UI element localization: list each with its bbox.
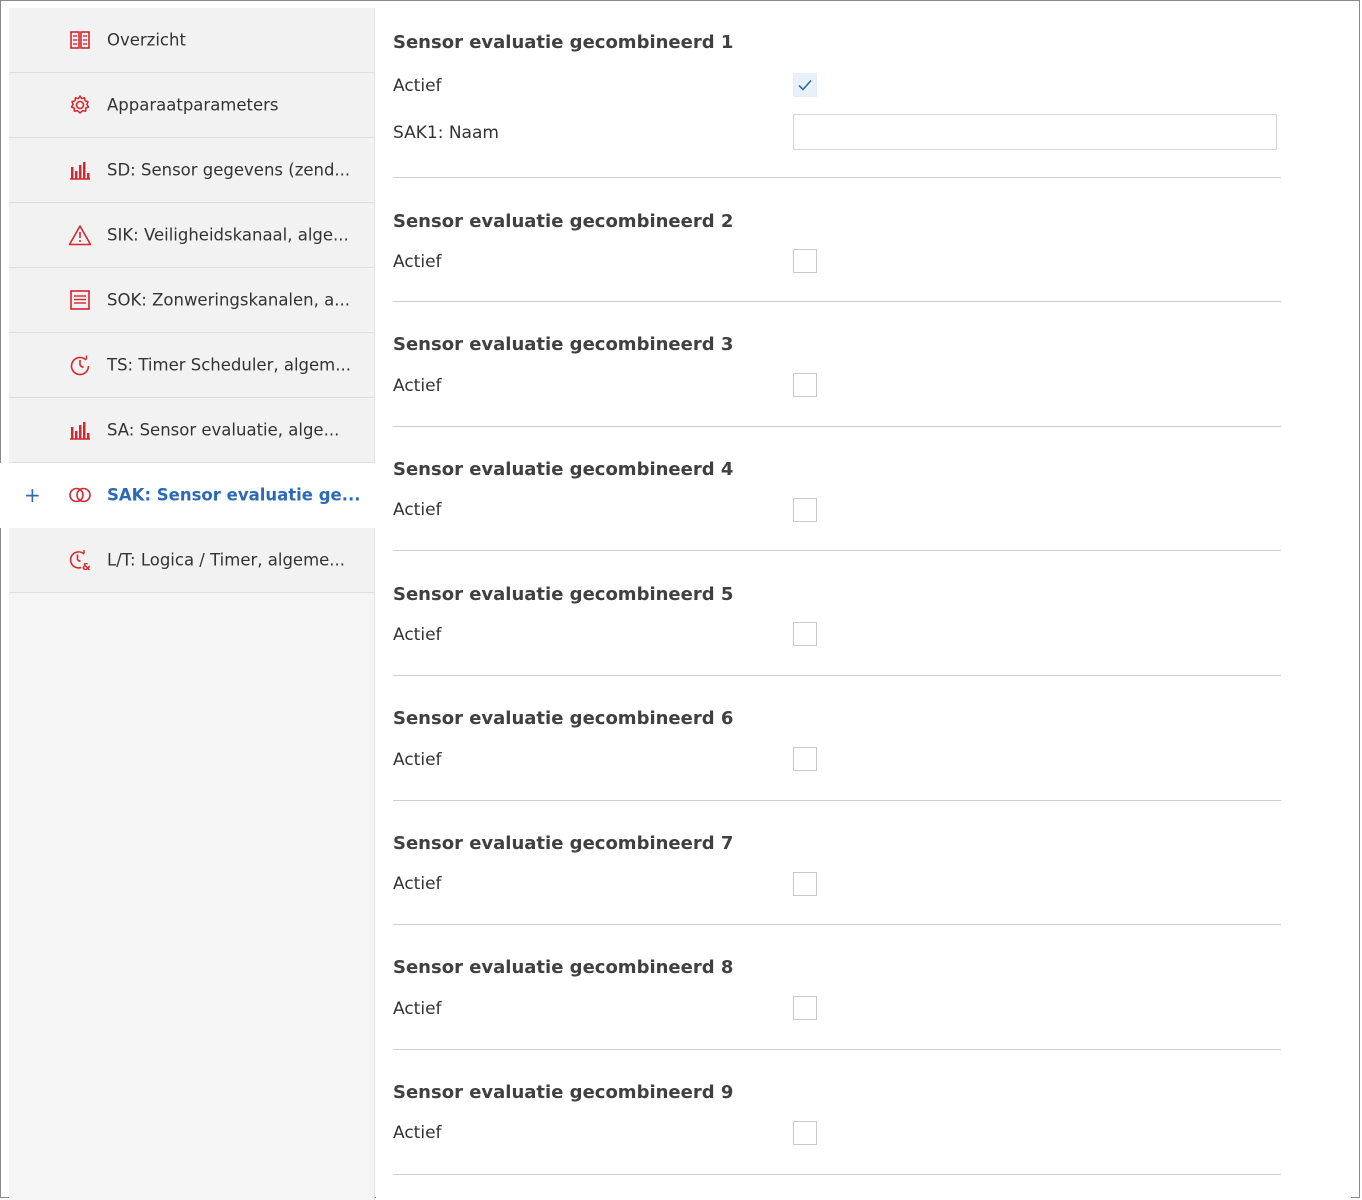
- name-label: SAK1: Naam: [393, 123, 499, 143]
- logic-timer-icon: &: [68, 548, 92, 572]
- section-1: Sensor evaluatie gecombineerd 1 Actief S…: [393, 8, 1281, 178]
- sidebar-item-sak[interactable]: + SAK: Sensor evaluatie ge...: [0, 463, 375, 528]
- actief-label: Actief: [393, 874, 442, 894]
- actief-checkbox[interactable]: [793, 249, 817, 273]
- actief-label: Actief: [393, 1123, 442, 1143]
- section-4: Sensor evaluatie gecombineerd 4 Actief: [393, 427, 1281, 551]
- sidebar-item-label: SA: Sensor evaluatie, alge...: [107, 420, 340, 440]
- section-title: Sensor evaluatie gecombineerd 4: [393, 459, 734, 480]
- sidebar-item-sik[interactable]: SIK: Veiligheidskanaal, alge...: [9, 203, 374, 268]
- actief-label: Actief: [393, 750, 442, 770]
- section-title: Sensor evaluatie gecombineerd 3: [393, 334, 734, 355]
- checkmark-icon: [798, 79, 812, 91]
- sidebar-item-ts[interactable]: TS: Timer Scheduler, algem...: [9, 333, 374, 398]
- sidebar-item-overzicht[interactable]: Overzicht: [9, 8, 374, 73]
- sidebar-item-label: SD: Sensor gegevens (zend...: [107, 160, 351, 180]
- main-panel: Sensor evaluatie gecombineerd 1 Actief S…: [376, 8, 1351, 1200]
- blind-icon: [68, 288, 92, 312]
- actief-checkbox[interactable]: [793, 872, 817, 896]
- sidebar-item-apparaatparameters[interactable]: Apparaatparameters: [9, 73, 374, 138]
- sidebar-item-sa[interactable]: SA: Sensor evaluatie, alge...: [9, 398, 374, 463]
- actief-checkbox[interactable]: [793, 1121, 817, 1145]
- bar-chart-icon: [68, 158, 92, 182]
- section-6: Sensor evaluatie gecombineerd 6 Actief: [393, 676, 1281, 801]
- sidebar: Overzicht Apparaatparameters SD: Sensor …: [0, 8, 375, 1200]
- actief-checkbox[interactable]: [793, 996, 817, 1020]
- sidebar-item-sd[interactable]: SD: Sensor gegevens (zend...: [9, 138, 374, 203]
- section-8: Sensor evaluatie gecombineerd 8 Actief: [393, 925, 1281, 1050]
- expand-plus-icon[interactable]: +: [24, 485, 41, 505]
- actief-checkbox[interactable]: [793, 747, 817, 771]
- section-title: Sensor evaluatie gecombineerd 8: [393, 957, 734, 978]
- section-title: Sensor evaluatie gecombineerd 2: [393, 211, 734, 232]
- sidebar-item-label: L/T: Logica / Timer, algeme...: [107, 550, 346, 570]
- section-2: Sensor evaluatie gecombineerd 2 Actief: [393, 178, 1281, 302]
- section-9: Sensor evaluatie gecombineerd 9 Actief: [393, 1050, 1281, 1175]
- actief-label: Actief: [393, 376, 442, 396]
- section-title: Sensor evaluatie gecombineerd 9: [393, 1082, 734, 1103]
- svg-text:&: &: [82, 562, 91, 571]
- sidebar-item-sok[interactable]: SOK: Zonweringskanalen, a...: [9, 268, 374, 333]
- section-3: Sensor evaluatie gecombineerd 3 Actief: [393, 302, 1281, 427]
- section-5: Sensor evaluatie gecombineerd 5 Actief: [393, 551, 1281, 676]
- warning-icon: [68, 223, 92, 247]
- actief-label: Actief: [393, 999, 442, 1019]
- section-title: Sensor evaluatie gecombineerd 5: [393, 584, 734, 605]
- actief-checkbox[interactable]: [793, 373, 817, 397]
- actief-label: Actief: [393, 500, 442, 520]
- gear-icon: [68, 93, 92, 117]
- actief-checkbox[interactable]: [793, 498, 817, 522]
- timer-icon: [68, 353, 92, 377]
- book-icon: [68, 28, 92, 52]
- sak1-name-input[interactable]: [793, 114, 1277, 150]
- sidebar-item-label: SOK: Zonweringskanalen, a...: [107, 290, 350, 310]
- sidebar-item-label: Apparaatparameters: [107, 95, 279, 115]
- section-7: Sensor evaluatie gecombineerd 7 Actief: [393, 801, 1281, 925]
- bar-chart-icon: [68, 418, 92, 442]
- actief-checkbox[interactable]: [793, 622, 817, 646]
- section-title: Sensor evaluatie gecombineerd 1: [393, 32, 734, 53]
- actief-label: Actief: [393, 76, 442, 96]
- sidebar-item-label: SAK: Sensor evaluatie ge...: [107, 485, 361, 505]
- section-title: Sensor evaluatie gecombineerd 6: [393, 708, 734, 729]
- actief-label: Actief: [393, 625, 442, 645]
- sidebar-item-label: Overzicht: [107, 30, 186, 50]
- section-title: Sensor evaluatie gecombineerd 7: [393, 833, 734, 854]
- actief-checkbox[interactable]: [793, 73, 817, 97]
- sidebar-item-label: TS: Timer Scheduler, algem...: [107, 355, 351, 375]
- sidebar-item-lt[interactable]: & L/T: Logica / Timer, algeme...: [9, 528, 374, 593]
- sidebar-item-label: SIK: Veiligheidskanaal, alge...: [107, 225, 349, 245]
- linked-circles-icon: [68, 483, 92, 507]
- actief-label: Actief: [393, 252, 442, 272]
